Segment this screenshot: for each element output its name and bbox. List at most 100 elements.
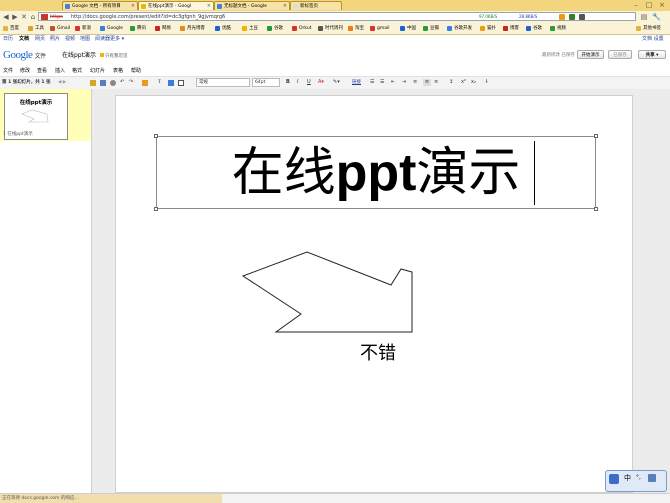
bookmark-item[interactable]: 谷歌 [267, 24, 283, 33]
menu-format[interactable]: 格式 [72, 68, 82, 75]
menu-slide[interactable]: 幻灯片 [90, 68, 105, 75]
menu-file[interactable]: 文件 [3, 68, 13, 75]
resize-handle[interactable] [154, 207, 158, 211]
bookmark-item[interactable]: 网易 [155, 24, 171, 33]
insert-shape-icon[interactable] [178, 80, 184, 86]
other-bookmarks[interactable]: 其他书签 [636, 24, 661, 33]
close-window-icon[interactable]: × [658, 1, 666, 9]
back-icon[interactable]: ◀ [2, 13, 10, 21]
undo-icon[interactable]: ↶ [120, 79, 124, 86]
insert-table-icon[interactable] [168, 80, 174, 86]
numbered-list-icon[interactable]: ☰ [370, 79, 374, 86]
underline-button[interactable]: U [307, 79, 311, 86]
close-tab-icon[interactable]: × [131, 2, 135, 10]
stop-icon[interactable]: ✕ [20, 13, 28, 21]
ime-language-bar[interactable]: 中 °, [605, 470, 667, 492]
browser-tab[interactable]: 新标签页 [290, 1, 342, 10]
shape-caption[interactable]: 不错 [360, 342, 396, 366]
nav-reader[interactable]: 阅读器 [95, 36, 110, 43]
resize-handle[interactable] [154, 134, 158, 138]
share-button[interactable]: 共享 ▾ [638, 50, 666, 59]
minimize-icon[interactable]: – [632, 1, 640, 9]
align-left-icon[interactable]: ≡ [413, 79, 417, 86]
nav-web[interactable]: 网页 [35, 36, 45, 43]
new-slide-icon[interactable] [90, 80, 96, 86]
bookmark-item[interactable]: 猫扑 [480, 24, 496, 33]
subscript-icon[interactable]: x₂ [471, 79, 476, 86]
browser-tab[interactable]: 无标题文档 - Google × [214, 1, 290, 10]
nav-documents[interactable]: 文档 [19, 36, 29, 43]
bookmark-item[interactable]: 土豆 [242, 24, 258, 33]
nav-calendar[interactable]: 日历 [3, 36, 13, 43]
save-icon[interactable] [100, 80, 106, 86]
italic-button[interactable]: I [297, 79, 298, 86]
insert-image-icon[interactable] [142, 80, 148, 86]
menu-view[interactable]: 查看 [37, 68, 47, 75]
bookmark-item[interactable]: gmail [370, 24, 390, 33]
resize-handle[interactable] [594, 134, 598, 138]
bold-button[interactable]: B [286, 79, 290, 86]
redo-icon[interactable]: ↷ [129, 79, 133, 86]
google-docs-logo[interactable]: Google 文件 [3, 48, 46, 64]
resize-handle[interactable] [594, 207, 598, 211]
start-presentation-button[interactable]: 开始演示 [577, 50, 604, 59]
nav-maps[interactable]: 地图 [80, 36, 90, 43]
arrow-shape[interactable] [241, 248, 421, 338]
browser-tab-active[interactable]: 在线ppt演示 - Googl × [138, 1, 214, 10]
bookmark-item[interactable]: 淘宝 [348, 24, 364, 33]
ime-punctuation-icon[interactable]: °, [636, 474, 641, 482]
nav-video[interactable]: 视频 [65, 36, 75, 43]
text-color-icon[interactable]: A▾ [318, 79, 324, 86]
bookmark-item[interactable]: 时代周刊 [318, 24, 343, 33]
nav-photos[interactable]: 照片 [50, 36, 60, 43]
bookmark-item[interactable]: Orkut [292, 24, 311, 33]
bookmark-item[interactable]: 豆瓣 [423, 24, 439, 33]
title-textbox[interactable]: 在线ppt演示 [154, 134, 598, 211]
menu-help[interactable]: 帮助 [131, 68, 141, 75]
menu-insert[interactable]: 插入 [55, 68, 65, 75]
close-tab-icon[interactable]: × [283, 2, 287, 10]
bookmark-item[interactable]: 中国 [400, 24, 416, 33]
link-button[interactable]: 链接 [352, 79, 361, 86]
font-size-select[interactable]: 64pt [252, 78, 280, 87]
slide-title[interactable]: 在线ppt演示 [157, 141, 595, 205]
bookmark-item[interactable]: 谷歌 [526, 24, 542, 33]
bookmark-item[interactable]: 腾讯 [130, 24, 146, 33]
menu-edit[interactable]: 修改 [20, 68, 30, 75]
menu-table[interactable]: 表格 [113, 68, 123, 75]
decrease-indent-icon[interactable]: ⇤ [391, 79, 395, 86]
home-icon[interactable]: ⌂ [29, 13, 37, 21]
saved-button[interactable]: 已保存 [608, 50, 632, 59]
tools-menu-icon[interactable]: 🔧 [652, 13, 661, 21]
page-menu-icon[interactable]: ▤ [640, 13, 648, 21]
bookmark-item[interactable]: 百度 [3, 24, 19, 33]
bookmark-item[interactable]: 优酷 [215, 24, 231, 33]
font-select[interactable]: 常规 [196, 78, 250, 87]
docs-settings-link[interactable]: 文档 设置 [642, 36, 664, 43]
bookmark-item[interactable]: 视频 [550, 24, 566, 33]
extension-icon[interactable] [569, 14, 575, 20]
forward-icon[interactable]: ▶ [11, 13, 19, 21]
clear-formatting-icon[interactable]: Ɨ [486, 79, 487, 86]
superscript-icon[interactable]: x² [461, 79, 466, 86]
bookmark-star-icon[interactable] [579, 14, 585, 20]
slide-nav-arrows[interactable]: ◀ ▶ [58, 79, 66, 86]
align-right-icon[interactable]: ≡ [434, 79, 438, 86]
line-spacing-icon[interactable]: ↕ [449, 79, 453, 86]
nav-more[interactable]: 更多 ▾ [110, 36, 124, 43]
bulleted-list-icon[interactable]: ☰ [380, 79, 384, 86]
bookmark-item[interactable]: 新浪 [75, 24, 91, 33]
ime-chinese-mode-icon[interactable]: 中 [624, 473, 631, 483]
bookmark-item[interactable]: Gmail [50, 24, 70, 33]
rss-icon[interactable] [559, 14, 565, 20]
bookmark-item[interactable]: 月光博客 [180, 24, 205, 33]
increase-indent-icon[interactable]: ⇥ [402, 79, 406, 86]
bookmark-item[interactable]: 博客 [503, 24, 519, 33]
close-tab-icon[interactable]: × [207, 2, 211, 10]
ime-keyboard-icon[interactable] [648, 474, 656, 482]
insert-text-icon[interactable]: T [158, 79, 161, 86]
slide-canvas[interactable]: 在线ppt演示 不错 [115, 95, 633, 493]
maximize-icon[interactable]: □ [645, 1, 653, 9]
print-icon[interactable] [110, 80, 116, 86]
bookmark-item[interactable]: 谷歌开发 [447, 24, 472, 33]
